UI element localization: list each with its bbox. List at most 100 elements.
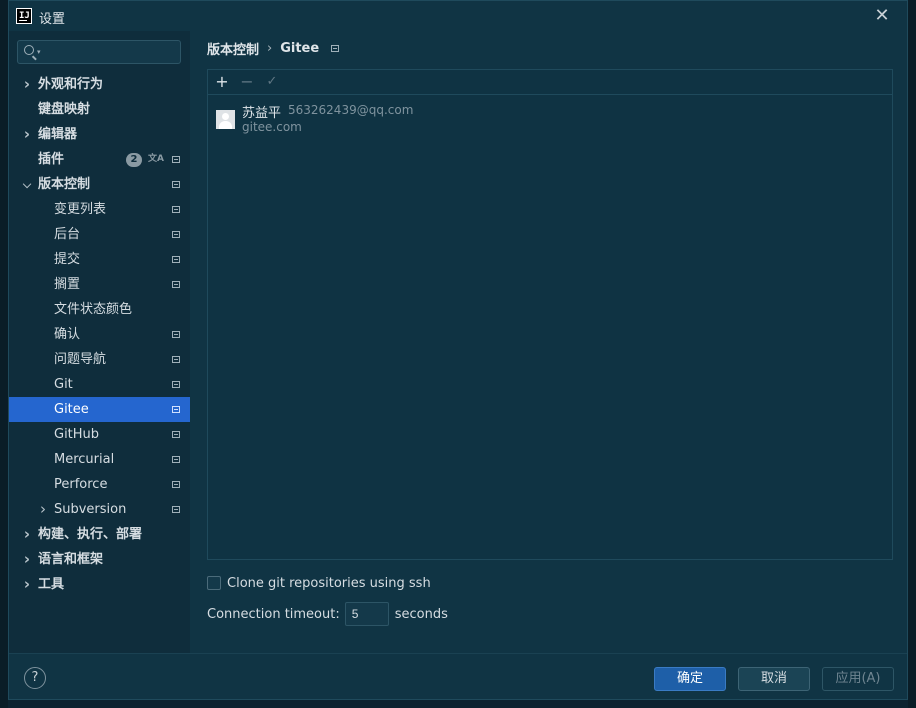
project-scope-icon [172, 181, 180, 188]
settings-tree: › 外观和行为键盘映射 › 编辑器插件 2 文A ⌵ 版本控制变更列表后台提交搁置文件状态颜色… [9, 72, 190, 597]
sidebar-item-label: 提交 [54, 252, 81, 267]
sidebar-item[interactable]: Mercurial [9, 447, 190, 472]
sidebar-item-label: 文件状态颜色 [54, 302, 133, 317]
accounts-toolbar: + − ✓ [208, 70, 892, 95]
sidebar-item-label: 语言和框架 [38, 552, 104, 567]
sidebar-item-label: Perforce [54, 477, 108, 492]
chevron-right-icon[interactable]: › [21, 72, 33, 97]
sidebar-item-label: 后台 [54, 227, 81, 242]
chevron-right-icon[interactable]: › [37, 497, 49, 522]
sidebar-item-label: 问题导航 [54, 352, 107, 367]
timeout-input[interactable] [344, 602, 389, 626]
close-icon[interactable]: ✕ [873, 7, 891, 25]
sidebar-item-label: 搁置 [54, 277, 81, 292]
breadcrumb-separator: › [267, 41, 273, 56]
project-scope-icon [172, 456, 180, 463]
chevron-right-icon[interactable]: › [21, 122, 33, 147]
sidebar-item-label: Mercurial [54, 452, 115, 467]
help-button[interactable]: ? [24, 667, 46, 689]
account-name: 苏益平 [242, 106, 282, 121]
main-panel: 版本控制 › Gitee + − ✓ 苏益平 563262439@qq.com … [190, 31, 907, 653]
project-scope-icon [172, 331, 180, 338]
sidebar-item-label: Gitee [54, 402, 89, 417]
avatar [216, 110, 235, 129]
connection-timeout-row: Connection timeout: seconds [207, 602, 448, 626]
title-bar: IJ 设置 ✕ [9, 1, 907, 31]
project-scope-icon [172, 506, 180, 513]
intellij-logo-icon: IJ [16, 8, 32, 24]
project-scope-icon [172, 206, 180, 213]
sidebar-item-label: 外观和行为 [38, 77, 104, 92]
sidebar-item-label: 键盘映射 [38, 102, 91, 117]
sidebar-item-label: 确认 [54, 327, 81, 342]
sidebar-item[interactable]: 问题导航 [9, 347, 190, 372]
cancel-button[interactable]: 取消 [738, 667, 810, 691]
sidebar-item[interactable]: ⌵ 版本控制 [9, 172, 190, 197]
add-account-button[interactable]: + [212, 72, 232, 92]
sidebar-item[interactable]: 后台 [9, 222, 190, 247]
set-default-account-button[interactable]: ✓ [262, 72, 282, 92]
project-scope-icon [331, 45, 340, 52]
search-dropdown-icon[interactable]: ▾ [37, 48, 41, 56]
breadcrumb-parent[interactable]: 版本控制 [207, 39, 259, 58]
sidebar-item[interactable]: 确认 [9, 322, 190, 347]
sidebar-item-label: 变更列表 [54, 202, 107, 217]
sidebar-item-label: 构建、执行、部署 [38, 527, 143, 542]
breadcrumb-current: Gitee [280, 41, 320, 56]
sidebar-item[interactable]: › 编辑器 [9, 122, 190, 147]
settings-search[interactable]: ▾ [17, 40, 181, 64]
remove-account-button[interactable]: − [237, 72, 257, 92]
project-scope-icon [172, 156, 180, 163]
settings-dialog: IJ 设置 ✕ ▾ › 外观和行为键盘映射 › 编辑器插件 2 文A ⌵ 版本控制变更列表后台… [8, 0, 908, 700]
sidebar-item[interactable]: › Subversion [9, 497, 190, 522]
breadcrumb: 版本控制 › Gitee [207, 39, 340, 58]
sidebar-item[interactable]: 文件状态颜色 [9, 297, 190, 322]
search-icon [24, 45, 34, 55]
chevron-right-icon[interactable]: › [21, 572, 33, 597]
clone-ssh-label: Clone git repositories using ssh [227, 575, 431, 591]
project-scope-icon [172, 381, 180, 388]
sidebar-item-label: 版本控制 [38, 177, 91, 192]
sidebar-item[interactable]: 提交 [9, 247, 190, 272]
sidebar-item-label: GitHub [54, 427, 100, 442]
apply-button[interactable]: 应用(A) [822, 667, 894, 691]
project-scope-icon [172, 481, 180, 488]
dialog-footer: ? 确定 取消 应用(A) [9, 653, 907, 699]
account-server: gitee.com [242, 120, 302, 134]
clone-ssh-checkbox[interactable] [207, 576, 221, 590]
chevron-down-icon[interactable]: ⌵ [21, 172, 33, 197]
settings-sidebar: ▾ › 外观和行为键盘映射 › 编辑器插件 2 文A ⌵ 版本控制变更列表后台提交搁置文件状态… [9, 31, 190, 653]
sidebar-item[interactable]: › 语言和框架 [9, 547, 190, 572]
project-scope-icon [172, 281, 180, 288]
sidebar-item-label: 编辑器 [38, 127, 78, 142]
chevron-right-icon[interactable]: › [21, 522, 33, 547]
sidebar-item[interactable]: 插件 2 文A [9, 147, 190, 172]
sidebar-item[interactable]: › 工具 [9, 572, 190, 597]
sidebar-item[interactable]: › 构建、执行、部署 [9, 522, 190, 547]
account-email: 563262439@qq.com [288, 103, 414, 117]
translate-icon: 文A [148, 154, 164, 164]
background-ide-strip [0, 0, 8, 708]
sidebar-item-label: 插件 [38, 152, 65, 167]
clone-ssh-option[interactable]: Clone git repositories using ssh [207, 574, 431, 592]
sidebar-item[interactable]: 搁置 [9, 272, 190, 297]
project-scope-icon [172, 356, 180, 363]
sidebar-item[interactable]: Git [9, 372, 190, 397]
search-input[interactable] [46, 43, 176, 61]
chevron-right-icon[interactable]: › [21, 547, 33, 572]
sidebar-item[interactable]: 键盘映射 [9, 97, 190, 122]
sidebar-item[interactable]: Gitee [9, 397, 190, 422]
account-row[interactable]: 苏益平 563262439@qq.com gitee.com [216, 102, 876, 138]
project-scope-icon [172, 431, 180, 438]
project-scope-icon [172, 406, 180, 413]
sidebar-item-label: Subversion [54, 502, 127, 517]
accounts-panel: + − ✓ 苏益平 563262439@qq.com gitee.com [207, 69, 893, 560]
update-count-badge: 2 [126, 153, 142, 167]
sidebar-item[interactable]: 变更列表 [9, 197, 190, 222]
project-scope-icon [172, 231, 180, 238]
window-title: 设置 [39, 12, 66, 27]
sidebar-item[interactable]: Perforce [9, 472, 190, 497]
sidebar-item[interactable]: GitHub [9, 422, 190, 447]
ok-button[interactable]: 确定 [654, 667, 726, 691]
sidebar-item[interactable]: › 外观和行为 [9, 72, 190, 97]
